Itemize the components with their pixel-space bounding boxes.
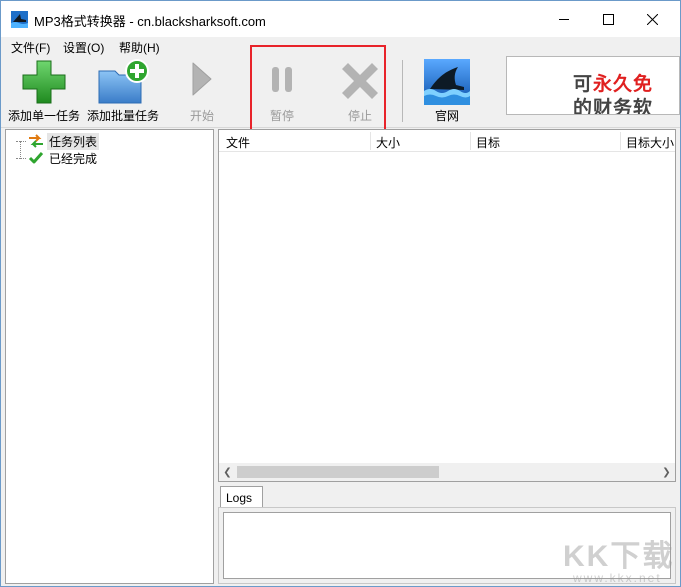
start-button[interactable]: 开始 [177, 56, 227, 126]
official-site-label: 官网 [434, 109, 459, 123]
window-title: MP3格式转换器 - cn.blacksharksoft.com [34, 14, 266, 29]
ad-line-2: 的财务软 [573, 98, 654, 115]
pause-button[interactable]: 暂停 [257, 56, 307, 126]
watermark: KK下载 [563, 540, 675, 573]
close-icon [646, 13, 658, 25]
official-site-button[interactable]: 官网 [421, 56, 473, 126]
scroll-left-arrow-icon[interactable]: ❮ [219, 463, 236, 481]
scroll-thumb[interactable] [237, 466, 439, 478]
add-batch-task-button[interactable]: 添加批量任务 [85, 56, 161, 126]
column-header-file[interactable]: 文件 [226, 134, 250, 151]
shark-logo-icon [424, 59, 470, 105]
start-label: 开始 [189, 109, 214, 123]
tree-item-completed[interactable]: 已经完成 [16, 150, 99, 166]
tree-item-task-list[interactable]: 任务列表 [16, 132, 100, 150]
stop-label: 停止 [347, 109, 372, 123]
maximize-button[interactable] [585, 1, 631, 37]
tree-connector [16, 157, 26, 159]
add-single-task-button[interactable]: 添加单一任务 [4, 56, 84, 126]
folder-add-icon [98, 59, 149, 104]
tree-item-label: 已经完成 [49, 151, 98, 166]
column-header-target-size[interactable]: 目标大小 [626, 134, 674, 151]
toolbar-separator [402, 60, 403, 122]
column-divider[interactable] [370, 132, 371, 150]
minimize-button[interactable] [541, 1, 587, 37]
minimize-icon [558, 18, 569, 20]
pause-icon [272, 67, 292, 92]
shark-app-icon [11, 11, 28, 28]
column-divider[interactable] [470, 132, 471, 150]
stop-x-icon [342, 63, 378, 99]
play-icon [192, 62, 212, 96]
title-bar: MP3格式转换器 - cn.blacksharksoft.com [1, 1, 680, 37]
logs-tab[interactable]: Logs [220, 486, 263, 508]
add-batch-task-label: 添加批量任务 [86, 109, 159, 123]
tree-connector [16, 140, 26, 142]
menu-bar: 文件(F) 设置(O) 帮助(H) [1, 37, 680, 56]
horizontal-scrollbar[interactable]: ❮ ❯ [219, 463, 675, 481]
menu-settings[interactable]: 设置(O) [63, 39, 104, 56]
watermark-url: www.kkx.net [573, 571, 662, 585]
green-plus-icon [22, 60, 66, 104]
pause-label: 暂停 [269, 109, 294, 123]
maximize-icon [602, 13, 614, 25]
task-tree: 任务列表 已经完成 [5, 129, 214, 584]
ad-line-1: 可永久免 [573, 69, 653, 96]
close-button[interactable] [629, 1, 675, 37]
stop-button[interactable]: 停止 [335, 56, 385, 126]
list-header: 文件 大小 目标 目标大小 [219, 130, 675, 152]
app-window: MP3格式转换器 - cn.blacksharksoft.com 文件(F) 设… [0, 0, 681, 587]
ad-banner[interactable]: 可永久免 的财务软 [506, 56, 680, 115]
add-single-task-label: 添加单一任务 [7, 109, 80, 123]
checkmark-icon [28, 152, 44, 164]
column-header-size[interactable]: 大小 [376, 134, 400, 151]
scroll-right-arrow-icon[interactable]: ❯ [658, 463, 675, 481]
tree-item-label: 任务列表 [47, 132, 100, 150]
menu-file[interactable]: 文件(F) [11, 39, 50, 56]
ad-line-1-prefix: 可 [573, 74, 594, 95]
column-header-target[interactable]: 目标 [476, 134, 500, 151]
swap-arrows-icon [29, 134, 43, 148]
column-divider[interactable] [620, 132, 621, 150]
task-list-view: 文件 大小 目标 目标大小 ❮ ❯ [218, 129, 676, 482]
ad-line-1-highlight: 永久免 [593, 74, 654, 95]
menu-help[interactable]: 帮助(H) [119, 39, 160, 56]
